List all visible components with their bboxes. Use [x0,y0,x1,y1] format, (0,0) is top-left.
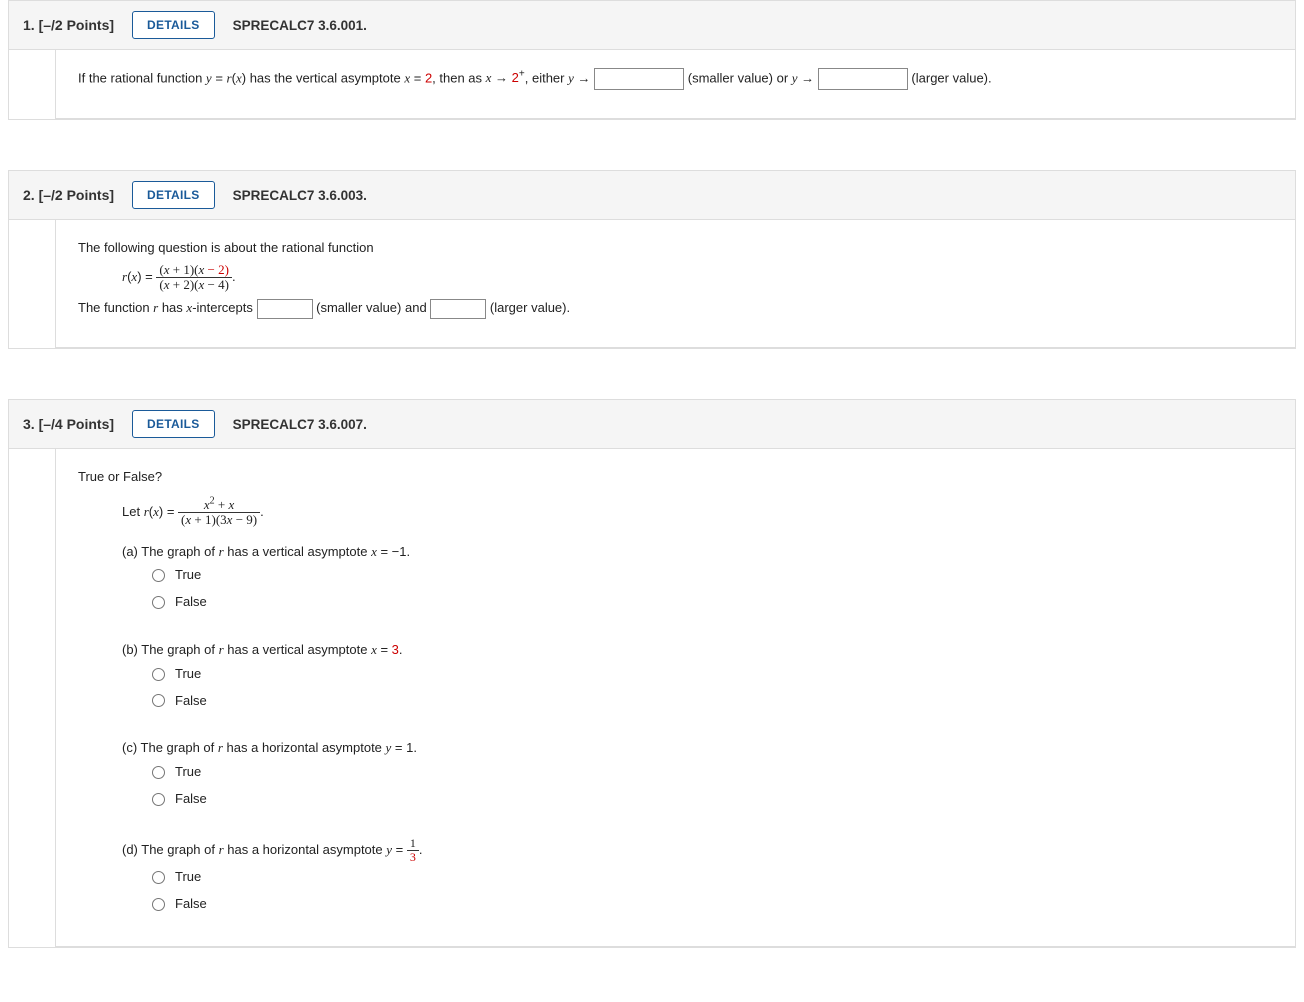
radio-b-true[interactable] [152,668,165,681]
radio-option-false: False [152,786,1273,813]
details-button[interactable]: DETAILS [132,410,215,438]
question-3: 3. [–/4 Points] DETAILS SPRECALC7 3.6.00… [8,399,1296,948]
question-header: 2. [–/2 Points] DETAILS SPRECALC7 3.6.00… [9,171,1295,220]
radio-c-false[interactable] [152,793,165,806]
tf-heading: True or False? [78,467,1273,488]
radio-option-false: False [152,589,1273,616]
question-intro: The following question is about the rati… [78,238,1273,259]
answer-input-2a[interactable] [257,299,313,319]
question-ref: SPRECALC7 3.6.001. [233,18,367,33]
radio-b-false[interactable] [152,694,165,707]
radio-a-false[interactable] [152,596,165,609]
radio-option-false: False [152,891,1273,918]
radio-option-true: True [152,864,1273,891]
hint-smaller: (smaller value) and [316,300,430,315]
question-number-points: 2. [–/2 Points] [23,187,114,203]
answer-input-1a[interactable] [594,68,684,90]
function-definition: Let r(x) = x2 + x (x + 1)(3x − 9) . [122,498,1273,528]
radio-option-true: True [152,759,1273,786]
question-body: If the rational function y = r(x) has th… [55,50,1295,119]
question-body: True or False? Let r(x) = x2 + x (x + 1)… [55,449,1295,947]
radio-option-true: True [152,661,1273,688]
radio-d-true[interactable] [152,871,165,884]
question-body: The following question is about the rati… [55,220,1295,348]
radio-option-false: False [152,688,1273,715]
question-header: 1. [–/2 Points] DETAILS SPRECALC7 3.6.00… [9,1,1295,50]
answer-input-2b[interactable] [430,299,486,319]
function-definition: r(x) = (x + 1)(x − 2) (x + 2)(x − 4) . [122,263,1273,293]
sub-question-d: (d) The graph of r has a horizontal asym… [122,837,1273,918]
question-ref: SPRECALC7 3.6.007. [233,417,367,432]
sub-question-b: (b) The graph of r has a vertical asympt… [122,640,1273,714]
hint-smaller: (smaller value) or [688,70,792,85]
hint-larger: (larger value). [911,70,991,85]
radio-d-false[interactable] [152,898,165,911]
question-text: If the rational function y = r(x) has th… [78,70,594,85]
sub-question-c: (c) The graph of r has a horizontal asym… [122,738,1273,812]
radio-option-true: True [152,562,1273,589]
answer-input-1b[interactable] [818,68,908,90]
radio-c-true[interactable] [152,766,165,779]
radio-a-true[interactable] [152,569,165,582]
question-header: 3. [–/4 Points] DETAILS SPRECALC7 3.6.00… [9,400,1295,449]
question-ref: SPRECALC7 3.6.003. [233,188,367,203]
question-number-points: 1. [–/2 Points] [23,17,114,33]
details-button[interactable]: DETAILS [132,11,215,39]
hint-larger: (larger value). [490,300,570,315]
question-prompt: The function r has x-intercepts (smaller… [78,298,1273,319]
question-number-points: 3. [–/4 Points] [23,416,114,432]
sub-question-a: (a) The graph of r has a vertical asympt… [122,542,1273,616]
question-1: 1. [–/2 Points] DETAILS SPRECALC7 3.6.00… [8,0,1296,120]
question-2: 2. [–/2 Points] DETAILS SPRECALC7 3.6.00… [8,170,1296,349]
details-button[interactable]: DETAILS [132,181,215,209]
